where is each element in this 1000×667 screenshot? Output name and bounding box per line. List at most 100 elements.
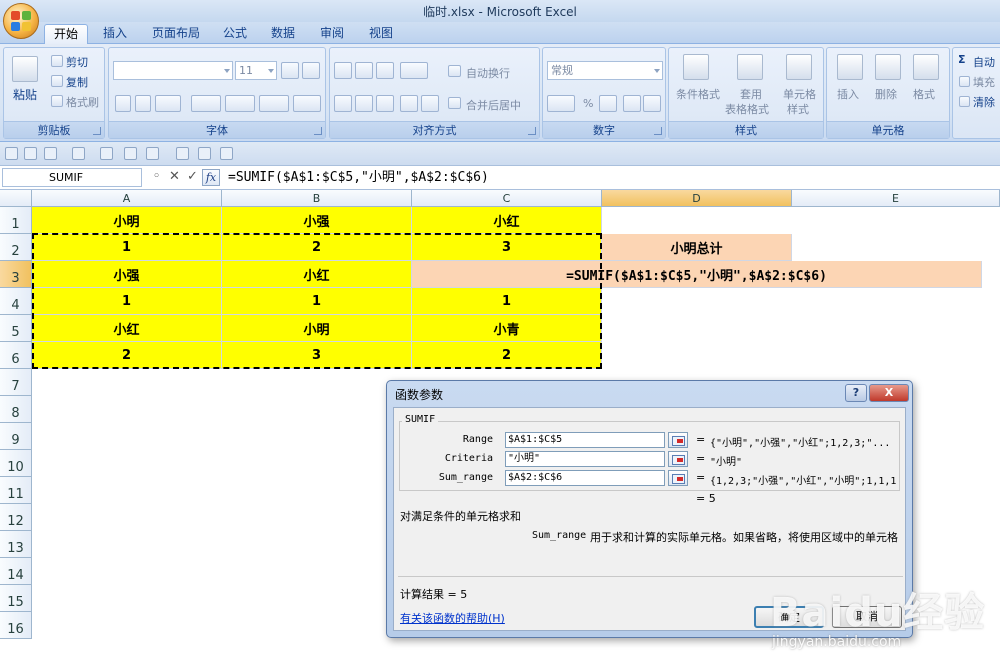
italic-icon[interactable] bbox=[135, 95, 151, 112]
cell-a6[interactable]: 2 bbox=[32, 342, 222, 369]
table-format-label-1[interactable]: 套用 bbox=[740, 86, 762, 102]
font-name-combo[interactable] bbox=[113, 61, 233, 80]
range-input[interactable]: $A$1:$C$5 bbox=[505, 432, 665, 448]
alignment-launcher-icon[interactable] bbox=[528, 127, 536, 135]
cell-a2[interactable]: 1 bbox=[32, 234, 222, 261]
macro-icon[interactable] bbox=[220, 147, 233, 160]
copy-button[interactable]: 复制 bbox=[66, 74, 88, 90]
delete-cells-button[interactable]: 删除 bbox=[875, 86, 897, 102]
row-header-3[interactable]: 3 bbox=[0, 261, 32, 288]
fill-color-icon[interactable] bbox=[225, 95, 255, 112]
format-cells-button[interactable]: 格式 bbox=[913, 86, 935, 102]
align-top-icon[interactable] bbox=[334, 62, 352, 79]
cell-c3[interactable]: =SUMIF($A$1:$C$5,"小明",$A$2:$C$6) bbox=[412, 261, 982, 288]
close-icon[interactable]: X bbox=[869, 384, 909, 402]
bold-icon[interactable] bbox=[115, 95, 131, 112]
align-right-icon[interactable] bbox=[376, 95, 394, 112]
insert-cells-button[interactable]: 插入 bbox=[837, 86, 859, 102]
sum-range-input[interactable]: $A$2:$C$6 bbox=[505, 470, 665, 486]
phonetic-icon[interactable] bbox=[293, 95, 321, 112]
column-header-a[interactable]: A bbox=[32, 190, 222, 207]
cell-a4[interactable]: 1 bbox=[32, 288, 222, 315]
conditional-format-button[interactable]: 条件格式 bbox=[676, 86, 720, 102]
font-color-icon[interactable] bbox=[259, 95, 289, 112]
range-ref-icon[interactable] bbox=[668, 432, 688, 448]
font-launcher-icon[interactable] bbox=[314, 127, 322, 135]
decrease-decimal-icon[interactable] bbox=[643, 95, 661, 112]
sum-range-ref-icon[interactable] bbox=[668, 470, 688, 486]
cell-styles-label-1[interactable]: 单元格 bbox=[783, 86, 816, 102]
wrap-text-button[interactable]: 自动换行 bbox=[466, 65, 510, 81]
row-header-4[interactable]: 4 bbox=[0, 288, 32, 315]
cell-c4[interactable]: 1 bbox=[412, 288, 602, 315]
cell-styles-label-2[interactable]: 样式 bbox=[787, 101, 809, 117]
cell-b2[interactable]: 2 bbox=[222, 234, 412, 261]
merge-center-button[interactable]: 合并后居中 bbox=[466, 97, 521, 113]
cell-c6[interactable]: 2 bbox=[412, 342, 602, 369]
cancel-button[interactable]: 取消 bbox=[832, 606, 902, 628]
function-help-link[interactable]: 有关该函数的帮助(H) bbox=[400, 610, 505, 626]
camera-icon[interactable] bbox=[198, 147, 211, 160]
cancel-icon[interactable]: ✕ bbox=[166, 169, 183, 186]
office-button[interactable] bbox=[3, 3, 39, 39]
save-icon[interactable] bbox=[5, 147, 18, 160]
row-header-10[interactable]: 10 bbox=[0, 450, 32, 477]
font-size-combo[interactable]: 11 bbox=[235, 61, 277, 80]
select-all-corner[interactable] bbox=[0, 190, 32, 207]
row-header-1[interactable]: 1 bbox=[0, 207, 32, 234]
row-header-13[interactable]: 13 bbox=[0, 531, 32, 558]
decrease-indent-icon[interactable] bbox=[400, 95, 418, 112]
table-format-label-2[interactable]: 表格格式 bbox=[725, 101, 769, 117]
percent-button[interactable]: % bbox=[583, 97, 593, 110]
grow-font-icon[interactable] bbox=[281, 62, 299, 79]
tab-data[interactable]: 数据 bbox=[264, 24, 302, 44]
cut-button[interactable]: 剪切 bbox=[66, 54, 88, 70]
cell-a1[interactable]: 小明 bbox=[32, 207, 222, 234]
cell-c2[interactable]: 3 bbox=[412, 234, 602, 261]
new-file-icon[interactable] bbox=[24, 147, 37, 160]
cell-b5[interactable]: 小明 bbox=[222, 315, 412, 342]
tab-review[interactable]: 审阅 bbox=[313, 24, 351, 44]
border-icon[interactable] bbox=[191, 95, 221, 112]
column-header-e[interactable]: E bbox=[792, 190, 1000, 207]
criteria-ref-icon[interactable] bbox=[668, 451, 688, 467]
format-painter-button[interactable]: 格式刷 bbox=[66, 94, 99, 110]
tab-home[interactable]: 开始 bbox=[44, 24, 88, 44]
enter-check-icon[interactable]: ✓ bbox=[184, 169, 201, 186]
ok-button[interactable]: 确定 bbox=[754, 606, 824, 628]
increase-indent-icon[interactable] bbox=[421, 95, 439, 112]
orientation-icon[interactable] bbox=[400, 62, 428, 79]
row-header-11[interactable]: 11 bbox=[0, 477, 32, 504]
help-question-icon[interactable]: ? bbox=[845, 384, 867, 402]
row-header-5[interactable]: 5 bbox=[0, 315, 32, 342]
tab-view[interactable]: 视图 bbox=[362, 24, 400, 44]
row-header-15[interactable]: 15 bbox=[0, 585, 32, 612]
cell-b4[interactable]: 1 bbox=[222, 288, 412, 315]
comma-style-icon[interactable] bbox=[599, 95, 617, 112]
tab-page-layout[interactable]: 页面布局 bbox=[146, 24, 206, 44]
row-header-16[interactable]: 16 bbox=[0, 612, 32, 639]
tab-insert[interactable]: 插入 bbox=[96, 24, 134, 44]
autosum-button[interactable]: 自动 bbox=[973, 54, 995, 70]
align-left-icon[interactable] bbox=[334, 95, 352, 112]
increase-decimal-icon[interactable] bbox=[623, 95, 641, 112]
row-header-9[interactable]: 9 bbox=[0, 423, 32, 450]
row-header-14[interactable]: 14 bbox=[0, 558, 32, 585]
column-header-d[interactable]: D bbox=[602, 190, 792, 207]
paste-button[interactable]: 粘贴 bbox=[13, 86, 37, 103]
cell-a5[interactable]: 小红 bbox=[32, 315, 222, 342]
formula-input[interactable]: =SUMIF($A$1:$C$5,"小明",$A$2:$C$6) bbox=[228, 168, 489, 188]
row-header-6[interactable]: 6 bbox=[0, 342, 32, 369]
name-box[interactable]: SUMIF bbox=[2, 168, 142, 187]
cell-c5[interactable]: 小青 bbox=[412, 315, 602, 342]
number-format-combo[interactable]: 常规 bbox=[547, 61, 663, 80]
spellcheck-icon[interactable] bbox=[124, 147, 137, 160]
chart-icon[interactable] bbox=[146, 147, 159, 160]
column-header-b[interactable]: B bbox=[222, 190, 412, 207]
formula-dropdown-icon[interactable]: ◦ bbox=[148, 169, 165, 186]
clipboard-launcher-icon[interactable] bbox=[93, 127, 101, 135]
tab-formulas[interactable]: 公式 bbox=[216, 24, 254, 44]
sort-icon[interactable] bbox=[176, 147, 189, 160]
row-header-7[interactable]: 7 bbox=[0, 369, 32, 396]
redo-icon[interactable] bbox=[72, 147, 85, 160]
